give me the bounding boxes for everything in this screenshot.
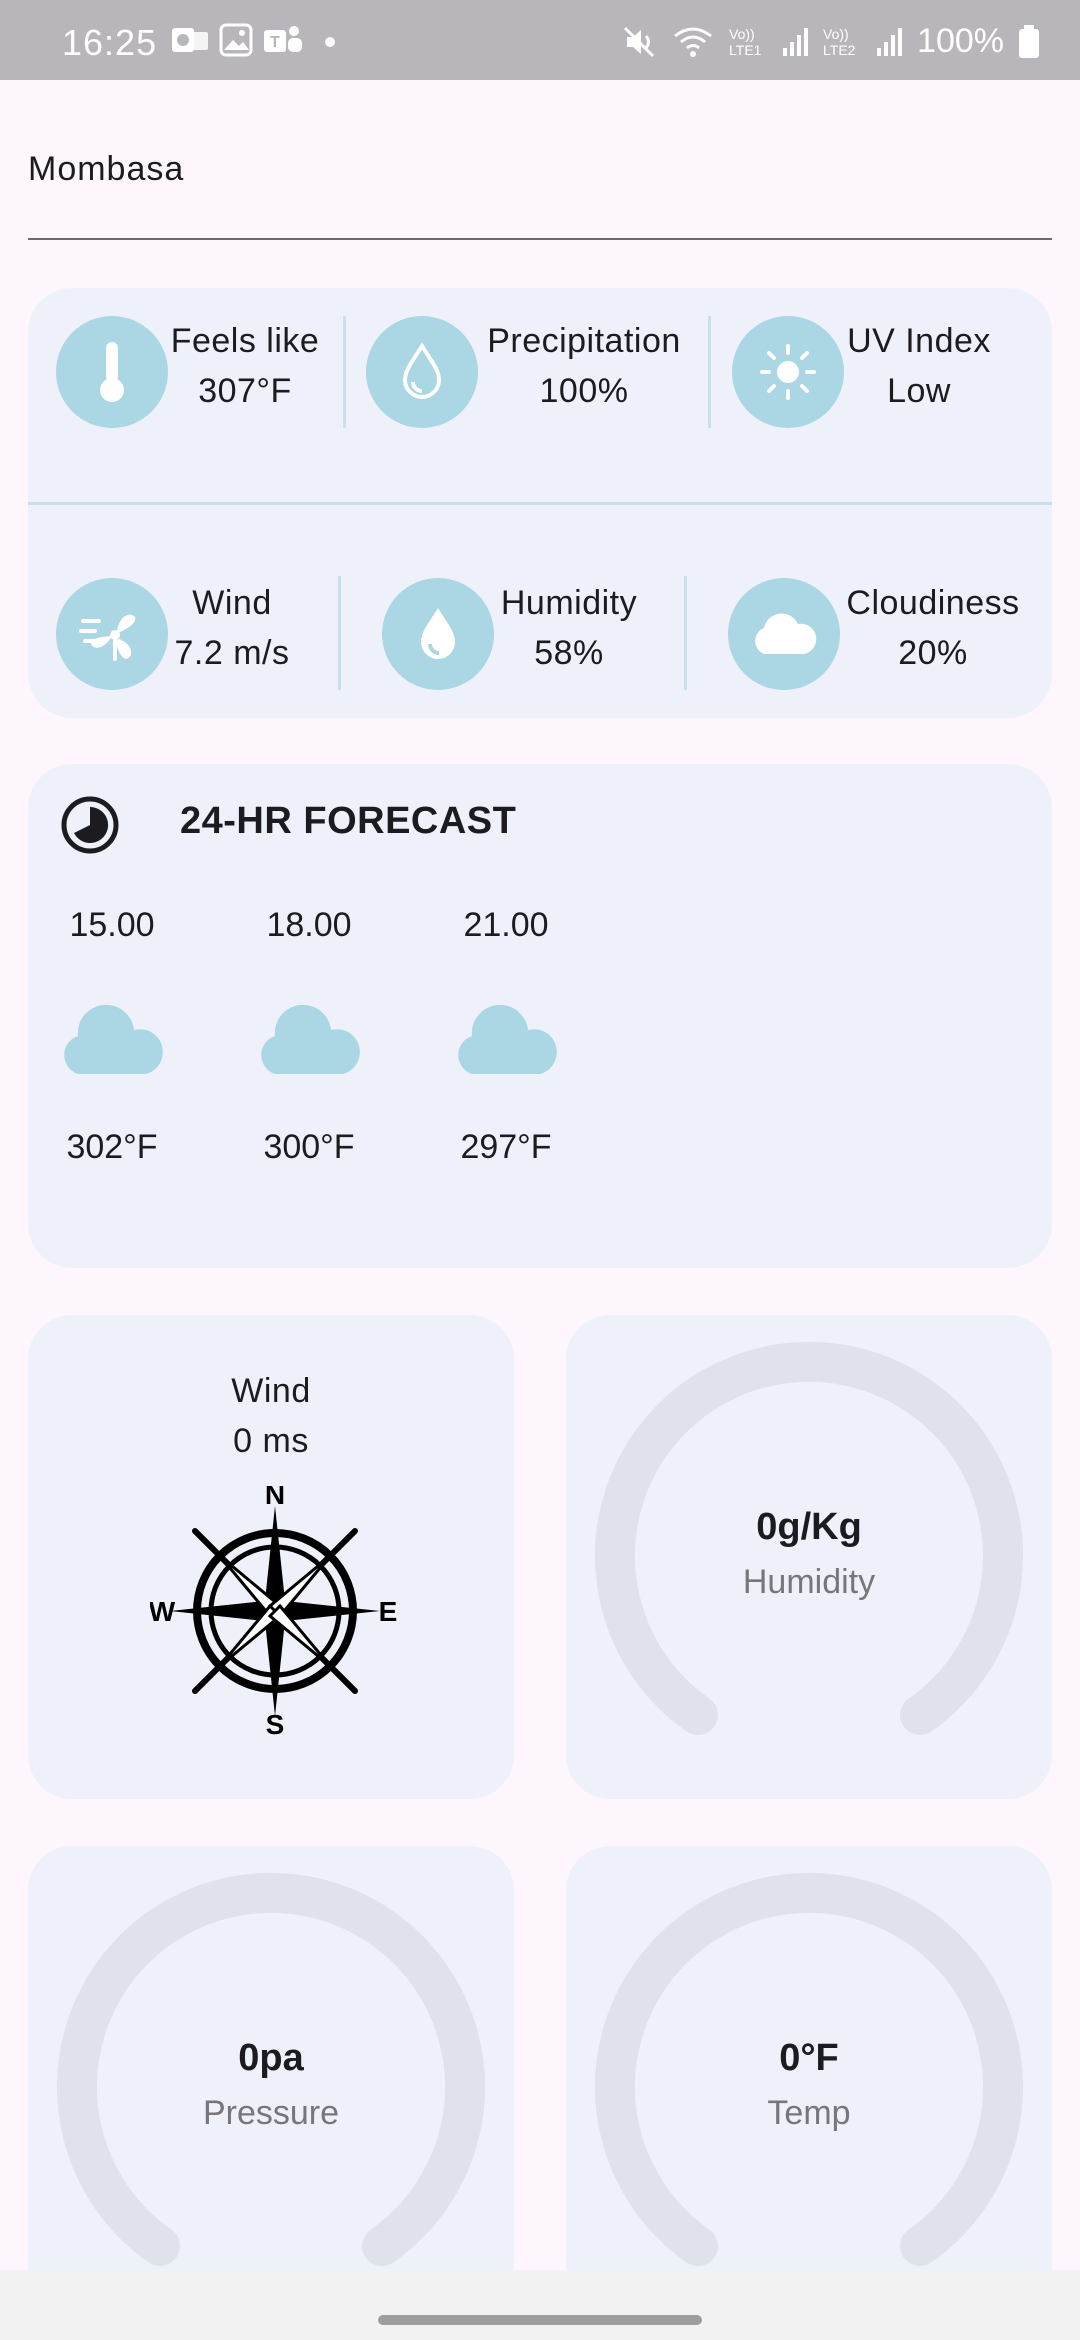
forecast-item: 18.00 <box>244 906 374 945</box>
svg-text:T: T <box>270 34 280 51</box>
gauge-caption: Pressure <box>202 2094 340 2132</box>
cloudiness-metric: Cloudiness 20% <box>836 578 1030 678</box>
metric-value: Low <box>887 372 951 410</box>
gauge-value: 0pa <box>238 2037 304 2079</box>
city-input-underline <box>28 238 1052 240</box>
metric-value: 100% <box>539 372 629 410</box>
compass-w: W <box>150 1596 176 1627</box>
divider <box>684 576 687 690</box>
metric-label: Wind <box>192 584 272 622</box>
metric-label: UV Index <box>847 322 991 360</box>
signal-2-icon <box>877 27 903 56</box>
forecast-time: 18.00 <box>266 906 352 944</box>
forecast-title: 24-HR FORECAST <box>180 800 517 842</box>
wind-metric: Wind 7.2 m/s <box>164 578 300 678</box>
thermometer-icon <box>56 316 168 428</box>
status-right: Vo)) LTE1 Vo)) LTE2 100% <box>621 22 1040 61</box>
cloud-icon <box>728 578 840 690</box>
precipitation-metric: Precipitation 100% <box>474 316 694 416</box>
metric-label: Humidity <box>500 584 638 622</box>
feels-like-metric: Feels like 307°F <box>160 316 330 416</box>
system-nav-bar <box>0 2270 1080 2340</box>
signal-1-icon <box>783 27 809 56</box>
gauge-caption: Temp <box>767 2094 851 2132</box>
forecast-item: 15.00 <box>47 906 177 945</box>
forecast-temp: 300°F <box>263 1128 355 1166</box>
humidity-metric: Humidity 58% <box>486 578 652 678</box>
metric-value: 7.2 m/s <box>174 634 290 672</box>
forecast-temp: 297°F <box>460 1128 552 1166</box>
teams-icon: T <box>264 26 302 52</box>
compass-e: E <box>379 1596 398 1627</box>
metric-value: 307°F <box>198 372 292 410</box>
status-bar: 16:25 T Vo)) LTE1 Vo)) LTE2 100% <box>0 0 1080 80</box>
uv-index-metric: UV Index Low <box>834 316 1004 416</box>
humidity-gauge-label: 0g/Kg Humidity <box>569 1506 1049 1602</box>
outlook-icon <box>172 28 208 52</box>
clock-icon <box>61 796 119 854</box>
humidity-drop-icon <box>382 578 494 690</box>
mute-icon <box>623 26 655 57</box>
home-gesture-handle[interactable] <box>378 2315 702 2325</box>
compass-rose-icon: N S W E <box>150 1486 398 1736</box>
battery-icon <box>1019 24 1039 58</box>
dot-indicator-icon <box>325 37 335 47</box>
forecast-time: 21.00 <box>463 906 549 944</box>
pressure-gauge-label: 0pa Pressure <box>31 2037 511 2133</box>
temp-gauge-label: 0°F Temp <box>569 2037 1049 2133</box>
wind-fan-icon <box>56 578 168 690</box>
lte2-label: Vo)) LTE2 <box>823 25 856 58</box>
divider <box>708 316 711 428</box>
sun-icon <box>732 316 844 428</box>
divider <box>343 316 346 428</box>
compass-s: S <box>266 1709 285 1736</box>
cloud-icon <box>64 1004 163 1074</box>
gauge-value: 0g/Kg <box>756 1506 862 1548</box>
metric-value: 20% <box>898 634 968 672</box>
wifi-icon <box>674 27 712 57</box>
forecast-temp: 302°F <box>66 1128 158 1166</box>
compass-wind-label: Wind 0 ms <box>28 1366 514 1466</box>
metric-label: Feels like <box>170 322 320 360</box>
divider <box>338 576 341 690</box>
metric-label: Cloudiness <box>846 584 1020 622</box>
status-time: 16:25 <box>62 22 158 63</box>
cloud-icon <box>458 1004 557 1074</box>
metric-label: Precipitation <box>487 322 681 360</box>
gallery-icon <box>219 23 253 57</box>
compass-n: N <box>265 1486 285 1510</box>
compass-label: Wind <box>231 1372 311 1410</box>
cloud-icon <box>261 1004 360 1074</box>
lte1-label: Vo)) LTE1 <box>729 25 762 58</box>
gauge-value: 0°F <box>779 2037 839 2079</box>
gauge-caption: Humidity <box>742 1563 876 1601</box>
battery-percent: 100% <box>917 22 1004 60</box>
forecast-time: 15.00 <box>69 906 155 944</box>
compass-value: 0 ms <box>233 1422 309 1460</box>
row-divider <box>28 502 1052 505</box>
forecast-item: 21.00 <box>441 906 571 945</box>
city-input[interactable]: Mombasa <box>28 150 184 189</box>
droplet-icon <box>366 316 478 428</box>
metric-value: 58% <box>534 634 604 672</box>
